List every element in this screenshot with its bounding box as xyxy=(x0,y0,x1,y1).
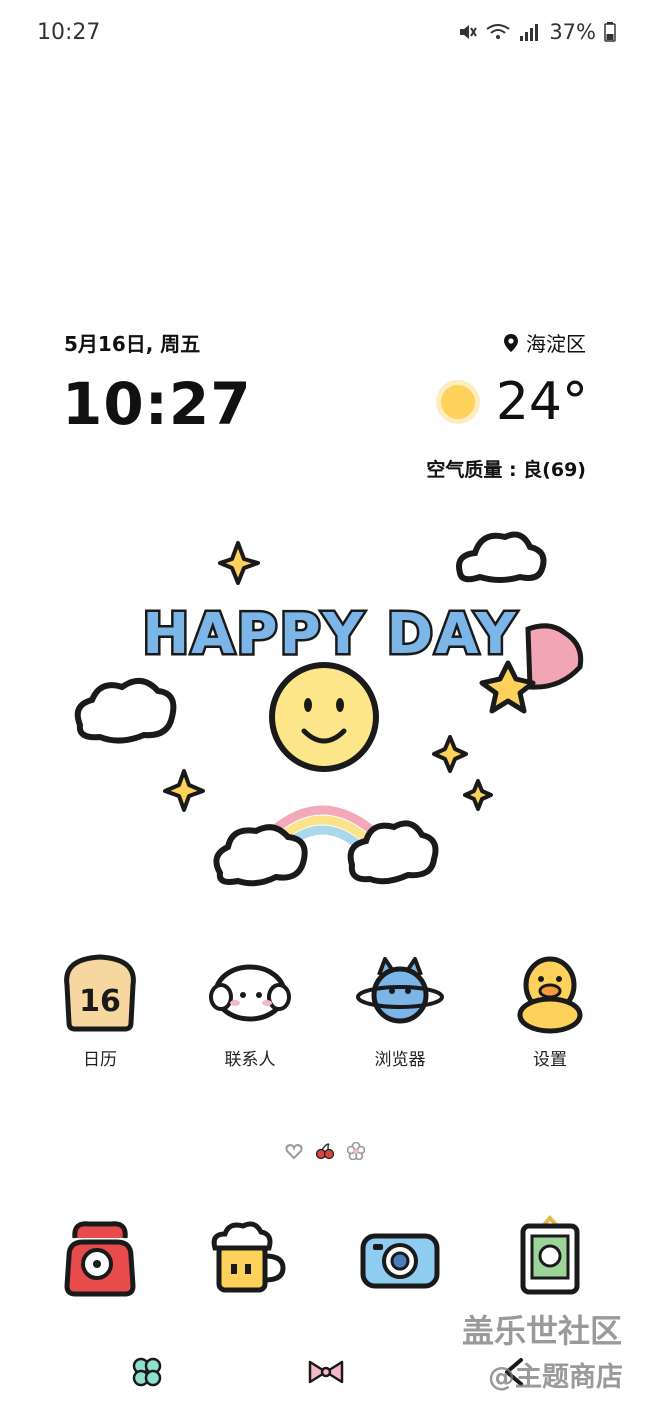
page-indicator[interactable] xyxy=(285,1142,365,1160)
widget-date[interactable]: 5月16日, 周五 xyxy=(64,328,200,357)
cloud-icon xyxy=(213,824,308,887)
wifi-icon xyxy=(486,24,510,39)
camera-icon[interactable] xyxy=(355,1212,445,1302)
battery-percent: 37% xyxy=(549,20,596,44)
widget-location[interactable]: 海淀区 xyxy=(504,328,586,357)
flower-dot[interactable] xyxy=(347,1142,365,1160)
toast-calendar-icon: 16 xyxy=(64,954,136,1032)
telephone-icon[interactable] xyxy=(55,1212,145,1302)
happy-day-title: HAPPY DAY xyxy=(142,602,517,667)
widget-clock[interactable]: 10:27 xyxy=(62,370,252,438)
temperature: 24° xyxy=(495,372,588,432)
calendar-day: 16 xyxy=(79,984,121,1019)
beer-icon[interactable] xyxy=(205,1212,295,1302)
mute-icon xyxy=(460,25,478,39)
clover-icon[interactable] xyxy=(127,1352,167,1392)
status-time: 10:27 xyxy=(37,20,101,45)
app-calendar[interactable]: 16 日历 xyxy=(40,945,160,1070)
app-settings[interactable]: 设置 xyxy=(490,945,610,1070)
app-label: 设置 xyxy=(533,1050,567,1070)
app-label: 日历 xyxy=(83,1050,117,1070)
sun-icon xyxy=(435,380,480,424)
location-pin-icon xyxy=(504,333,518,352)
signal-icon xyxy=(520,24,539,41)
heart-dot[interactable] xyxy=(285,1142,303,1160)
cat-planet-icon xyxy=(356,957,444,1024)
photo-frame-icon[interactable] xyxy=(505,1212,595,1302)
watermark-line1: 盖乐世社区 xyxy=(462,1312,623,1350)
app-label: 联系人 xyxy=(224,1050,276,1070)
happy-day-illustration: HAPPY DAY xyxy=(74,531,584,887)
cherry-dot[interactable] xyxy=(315,1142,335,1160)
weather-block[interactable]: 24° xyxy=(434,372,588,432)
battery-icon xyxy=(604,22,616,42)
smiley-face-icon xyxy=(269,662,379,772)
air-quality: 空气质量 : 良(69) xyxy=(426,459,586,481)
location-label: 海淀区 xyxy=(526,332,586,356)
status-icons: 37% xyxy=(457,20,616,44)
app-browser[interactable]: 浏览器 xyxy=(340,945,460,1070)
bow-icon[interactable] xyxy=(306,1352,346,1392)
app-contacts[interactable]: 联系人 xyxy=(190,945,310,1070)
duck-icon xyxy=(517,956,583,1034)
status-bar: 10:27 37% xyxy=(0,0,650,66)
app-label: 浏览器 xyxy=(374,1050,426,1070)
puppy-icon xyxy=(209,964,291,1022)
cloud-icon xyxy=(74,678,177,744)
watermark-line2: @主题商店 xyxy=(488,1362,623,1393)
cloud-icon xyxy=(456,531,547,583)
